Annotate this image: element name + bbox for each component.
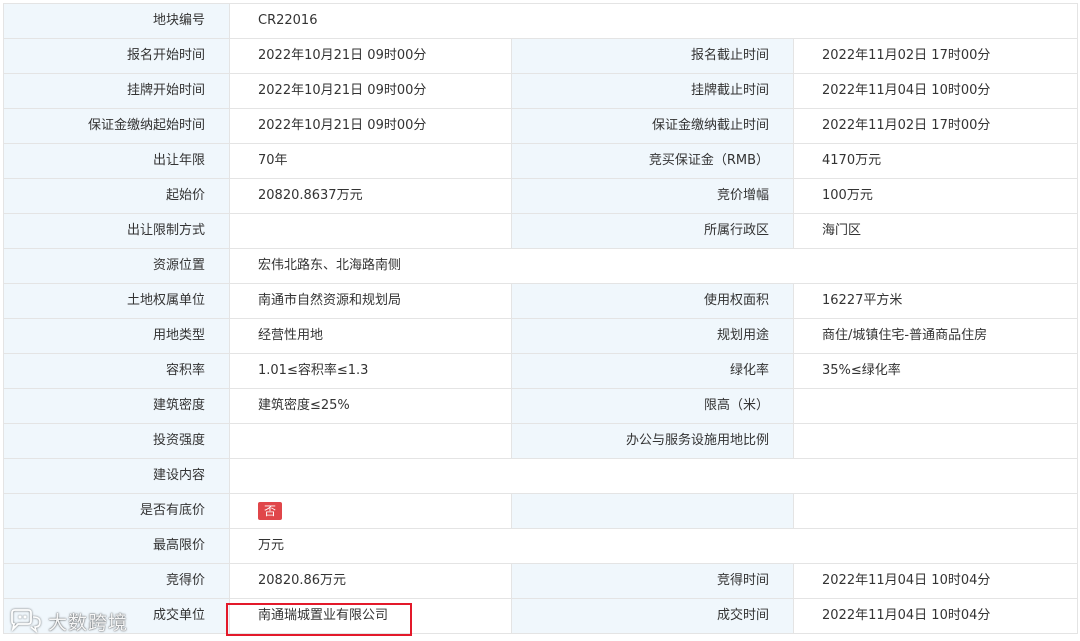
value-parcel-number: CR22016 [228, 3, 1079, 39]
value-office-facility-ratio [792, 423, 1079, 459]
value-registration-start: 2022年10月21日 09时00分 [229, 38, 512, 74]
label-deposit-end: 保证金缴纳截止时间 [511, 108, 794, 144]
table-row: 挂牌开始时间 2022年10月21日 09时00分 挂牌截止时间 2022年11… [3, 73, 1079, 109]
value-listing-start: 2022年10月21日 09时00分 [229, 73, 512, 109]
label-deposit-start: 保证金缴纳起始时间 [3, 108, 230, 144]
label-use-area: 使用权面积 [511, 283, 794, 319]
value-deal-time: 2022年11月04日 10时04分 [792, 598, 1079, 634]
table-row: 地块编号 CR22016 [3, 3, 1079, 39]
table-row: 出让限制方式 所属行政区 海门区 [3, 213, 1079, 249]
label-parcel-number: 地块编号 [3, 3, 230, 39]
label-winning-price: 竞得价 [3, 563, 230, 599]
label-registration-end: 报名截止时间 [511, 38, 794, 74]
value-winning-bidder: 南通瑞城置业有限公司 [229, 598, 512, 634]
value-investment-intensity [229, 423, 512, 459]
label-reserve-price: 是否有底价 [3, 493, 230, 529]
table-row: 起始价 20820.8637万元 竞价增幅 100万元 [3, 178, 1079, 214]
table-row: 建筑密度 建筑密度≤25% 限高（米） [3, 388, 1079, 424]
label-district: 所属行政区 [511, 213, 794, 249]
value-listing-end: 2022年11月04日 10时00分 [792, 73, 1079, 109]
land-info-table: 地块编号 CR22016 报名开始时间 2022年10月21日 09时00分 报… [3, 3, 1079, 634]
value-location: 宏伟北路东、北海路南侧 [228, 248, 1079, 284]
value-max-price: 万元 [228, 528, 1079, 564]
table-row: 出让年限 70年 竞买保证金（RMB） 4170万元 [3, 143, 1079, 179]
value-use-area: 16227平方米 [792, 283, 1079, 319]
value-registration-end: 2022年11月02日 17时00分 [792, 38, 1079, 74]
value-construction-content [228, 458, 1079, 494]
label-building-density: 建筑密度 [3, 388, 230, 424]
label-land-owner: 土地权属单位 [3, 283, 230, 319]
table-row: 竞得价 20820.86万元 竞得时间 2022年11月04日 10时04分 [3, 563, 1079, 599]
label-bid-increment: 竞价增幅 [511, 178, 794, 214]
label-land-type: 用地类型 [3, 318, 230, 354]
label-deal-time: 成交时间 [511, 598, 794, 634]
label-winning-time: 竞得时间 [511, 563, 794, 599]
value-district: 海门区 [792, 213, 1079, 249]
value-bid-increment: 100万元 [792, 178, 1079, 214]
table-row: 投资强度 办公与服务设施用地比例 [3, 423, 1079, 459]
no-reserve-badge: 否 [258, 501, 283, 520]
label-transfer-restriction: 出让限制方式 [3, 213, 230, 249]
value-winning-price: 20820.86万元 [229, 563, 512, 599]
value-reserve-price: 否 [229, 493, 512, 529]
table-row: 成交单位 南通瑞城置业有限公司 成交时间 2022年11月04日 10时04分 [3, 598, 1079, 634]
label-bid-deposit: 竞买保证金（RMB） [511, 143, 794, 179]
label-transfer-term: 出让年限 [3, 143, 230, 179]
value-starting-price: 20820.8637万元 [229, 178, 512, 214]
table-row: 是否有底价 否 [3, 493, 1079, 529]
value-deposit-end: 2022年11月02日 17时00分 [792, 108, 1079, 144]
value-bid-deposit: 4170万元 [792, 143, 1079, 179]
value-land-type: 经营性用地 [229, 318, 512, 354]
label-planned-use: 规划用途 [511, 318, 794, 354]
value-empty [792, 493, 1079, 529]
label-starting-price: 起始价 [3, 178, 230, 214]
label-plot-ratio: 容积率 [3, 353, 230, 389]
label-construction-content: 建设内容 [3, 458, 230, 494]
label-location: 资源位置 [3, 248, 230, 284]
label-height-limit: 限高（米） [511, 388, 794, 424]
label-listing-end: 挂牌截止时间 [511, 73, 794, 109]
table-row: 报名开始时间 2022年10月21日 09时00分 报名截止时间 2022年11… [3, 38, 1079, 74]
value-planned-use: 商住/城镇住宅-普通商品住房 [792, 318, 1079, 354]
value-deposit-start: 2022年10月21日 09时00分 [229, 108, 512, 144]
table-row: 容积率 1.01≤容积率≤1.3 绿化率 35%≤绿化率 [3, 353, 1079, 389]
label-listing-start: 挂牌开始时间 [3, 73, 230, 109]
value-green-ratio: 35%≤绿化率 [792, 353, 1079, 389]
table-row: 保证金缴纳起始时间 2022年10月21日 09时00分 保证金缴纳截止时间 2… [3, 108, 1079, 144]
table-row: 资源位置 宏伟北路东、北海路南侧 [3, 248, 1079, 284]
table-row: 用地类型 经营性用地 规划用途 商住/城镇住宅-普通商品住房 [3, 318, 1079, 354]
value-transfer-restriction [229, 213, 512, 249]
table-row: 建设内容 [3, 458, 1079, 494]
value-height-limit [792, 388, 1079, 424]
label-office-facility-ratio: 办公与服务设施用地比例 [511, 423, 794, 459]
table-row: 最高限价 万元 [3, 528, 1079, 564]
label-registration-start: 报名开始时间 [3, 38, 230, 74]
label-empty [511, 493, 794, 529]
value-plot-ratio: 1.01≤容积率≤1.3 [229, 353, 512, 389]
label-green-ratio: 绿化率 [511, 353, 794, 389]
value-building-density: 建筑密度≤25% [229, 388, 512, 424]
label-investment-intensity: 投资强度 [3, 423, 230, 459]
label-max-price: 最高限价 [3, 528, 230, 564]
value-winning-time: 2022年11月04日 10时04分 [792, 563, 1079, 599]
label-winning-bidder: 成交单位 [3, 598, 230, 634]
value-land-owner: 南通市自然资源和规划局 [229, 283, 512, 319]
table-row: 土地权属单位 南通市自然资源和规划局 使用权面积 16227平方米 [3, 283, 1079, 319]
value-transfer-term: 70年 [229, 143, 512, 179]
